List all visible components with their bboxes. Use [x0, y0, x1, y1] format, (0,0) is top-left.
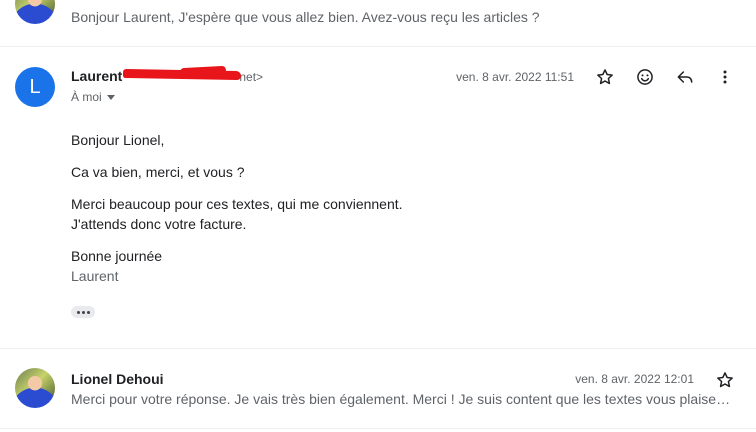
message-snippet: Bonjour Laurent, J'espère que vous allez… [71, 9, 540, 25]
dot [86, 310, 90, 314]
more-vert-icon [723, 70, 727, 84]
star-icon [597, 69, 613, 85]
show-trimmed-content-button[interactable] [71, 306, 95, 318]
sender-avatar-photo [15, 368, 55, 408]
body-paragraph: Merci beaucoup pour ces textes, qui me c… [71, 194, 711, 234]
recipient-label: À moi [71, 90, 102, 104]
body-line: J'attends donc votre facture. [71, 216, 247, 232]
sender-name[interactable]: Laurent [71, 68, 122, 84]
collapsed-message-top[interactable]: Bonjour Laurent, J'espère que vous allez… [0, 0, 756, 46]
star-button[interactable] [712, 367, 738, 393]
more-options-button[interactable] [712, 64, 738, 90]
body-line: Ca va bien, merci, et vous ? [71, 164, 245, 180]
star-button[interactable] [592, 64, 618, 90]
message-date: ven. 8 avr. 2022 11:51 [456, 70, 574, 84]
message-body: Bonjour Lionel, Ca va bien, merci, et vo… [71, 130, 711, 298]
message-divider [0, 428, 756, 429]
sender-email: net> [239, 70, 264, 84]
closing-paragraph: Bonne journée Laurent [71, 246, 711, 286]
emoji-icon [637, 69, 653, 85]
star-icon [717, 372, 733, 388]
closing-text: Bonne journée [71, 248, 163, 264]
message-snippet: Merci pour votre réponse. Je vais très b… [71, 391, 733, 407]
signature-text: Laurent [71, 268, 119, 284]
chevron-down-icon [106, 95, 115, 101]
recipient-dropdown[interactable]: À moi [71, 90, 115, 104]
collapsed-message-bottom[interactable]: Lionel Dehoui ven. 8 avr. 2022 12:01 Mer… [0, 349, 756, 432]
greeting-text: Bonjour Lionel, [71, 132, 165, 148]
reply-button[interactable] [672, 64, 698, 90]
sender-avatar-photo [15, 0, 55, 24]
emoji-reaction-button[interactable] [632, 64, 658, 90]
expanded-message: L Laurent net> À moi ven. 8 avr. 2022 11:… [0, 47, 756, 347]
sender-name: Lionel Dehoui [71, 371, 164, 387]
sender-avatar[interactable]: L [15, 67, 55, 107]
dot [81, 310, 85, 314]
dot [76, 310, 80, 314]
body-line: Merci beaucoup pour ces textes, qui me c… [71, 196, 403, 212]
message-date: ven. 8 avr. 2022 12:01 [575, 372, 694, 386]
reply-icon [677, 71, 693, 83]
